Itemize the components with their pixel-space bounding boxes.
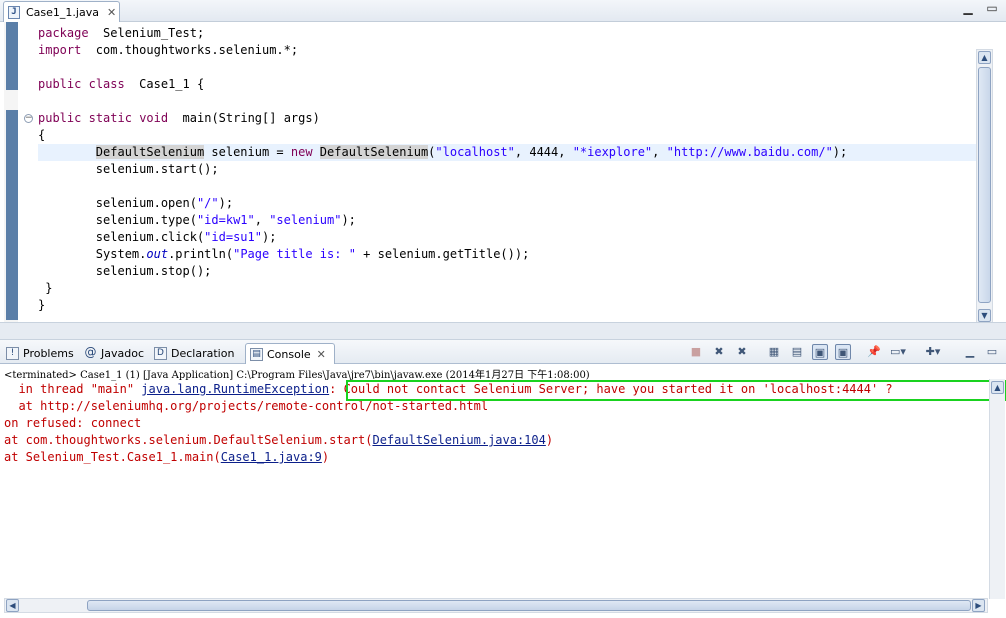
terminate-icon[interactable]: ■ [688,344,704,360]
editor-vertical-scrollbar[interactable]: ▲ ▼ [976,49,993,325]
minimize-icon[interactable]: ▁ [962,344,978,360]
scroll-thumb[interactable] [978,67,991,303]
declaration-icon: D [154,347,167,360]
code-line[interactable]: package Selenium_Test; [38,25,976,42]
tab-console[interactable]: ▤ Console ✕ [245,343,335,364]
tab-problems[interactable]: ! Problems [2,343,78,364]
code-line[interactable]: selenium.stop(); [38,263,976,280]
code-line[interactable]: selenium.start(); [38,161,976,178]
editor-tab-label: Case1_1.java [26,5,99,19]
open-console-icon[interactable]: ✚▾ [925,344,941,360]
close-icon[interactable]: ✕ [317,348,326,361]
code-line[interactable]: selenium.click("id=su1"); [38,229,976,246]
code-line[interactable]: import com.thoughtworks.selenium.*; [38,42,976,59]
panel-divider[interactable] [0,322,1006,340]
scroll-down-icon[interactable]: ▼ [978,309,991,322]
code-line[interactable]: selenium.open("/"); [38,195,976,212]
tab-declaration[interactable]: D Declaration [150,343,238,364]
scroll-up-icon[interactable]: ▲ [991,381,1004,394]
annotation-highlight-box [346,380,1006,401]
code-line[interactable]: public class Case1_1 { [38,76,976,93]
maximize-icon[interactable]: ▭ [984,344,1000,360]
code-line[interactable]: selenium.type("id=kw1", "selenium"); [38,212,976,229]
pin-console-icon[interactable]: 📌 [866,344,882,360]
console-line: at Selenium_Test.Case1_1.main(Case1_1.ja… [4,450,330,464]
problems-icon: ! [6,347,19,360]
console-link[interactable]: java.lang.RuntimeException [141,382,329,396]
editor-tab-case1-1[interactable]: J Case1_1.java ✕ [3,1,120,22]
java-file-icon: J [8,5,20,19]
console-link[interactable]: Case1_1.java:9 [221,450,322,464]
change-marker [6,22,18,90]
code-line[interactable]: public static void main(String[] args) [38,110,976,127]
scroll-up-icon[interactable]: ▲ [978,51,991,64]
close-icon[interactable]: ✕ [107,6,116,19]
change-marker [6,110,18,320]
code-editor[interactable]: − package Selenium_Test; import com.thoug… [0,22,1006,343]
tab-javadoc[interactable]: @ Javadoc [80,343,148,364]
editor-tab-bar: J Case1_1.java ✕ ▁ ▭ [0,0,1006,22]
remove-all-terminated-icon[interactable]: ✖ [734,344,750,360]
clear-console-icon[interactable]: ▦ [766,344,782,360]
javadoc-at-icon: @ [84,345,97,359]
remove-launch-icon[interactable]: ✖ [711,344,727,360]
tab-label: Console [267,347,311,361]
code-line[interactable] [38,93,976,110]
code-line[interactable] [38,178,976,195]
console-line: on refused: connect [4,416,142,430]
code-line[interactable]: { [38,127,976,144]
minimize-icon[interactable]: ▁ [960,2,976,16]
scroll-left-icon[interactable]: ◀ [6,599,19,612]
code-line[interactable] [38,59,976,76]
console-output[interactable]: <terminated> Case1_1 (1) [Java Applicati… [0,364,1006,600]
console-link[interactable]: DefaultSelenium.java:104 [372,433,545,447]
code-line[interactable]: DefaultSelenium selenium = new DefaultSe… [38,144,976,161]
scroll-lock-icon[interactable]: ▤ [789,344,805,360]
console-description: <terminated> Case1_1 (1) [Java Applicati… [4,370,590,381]
show-on-output-icon[interactable]: ▣ [812,344,828,360]
code-line[interactable]: } [38,297,976,314]
display-selected-console-icon[interactable]: ▭▾ [890,344,906,360]
console-horizontal-scrollbar[interactable]: ◀ ▶ [4,598,988,613]
console-icon: ▤ [250,347,263,361]
scroll-right-icon[interactable]: ▶ [972,599,985,612]
show-on-error-icon[interactable]: ▣ [835,344,851,360]
scroll-thumb[interactable] [87,600,971,611]
tab-label: Problems [23,347,74,360]
maximize-icon[interactable]: ▭ [984,2,1000,16]
console-vertical-scrollbar[interactable]: ▲ [989,379,1005,599]
tab-label: Javadoc [101,347,144,360]
code-line[interactable]: System.out.println("Page title is: " + s… [38,246,976,263]
tab-label: Declaration [171,347,235,360]
code-line[interactable]: } [38,280,976,297]
panel-tab-bar: ! Problems @ Javadoc D Declaration ▤ Con… [0,340,1006,364]
fold-icon[interactable]: − [24,114,33,123]
console-line: at com.thoughtworks.selenium.DefaultSele… [4,433,554,447]
